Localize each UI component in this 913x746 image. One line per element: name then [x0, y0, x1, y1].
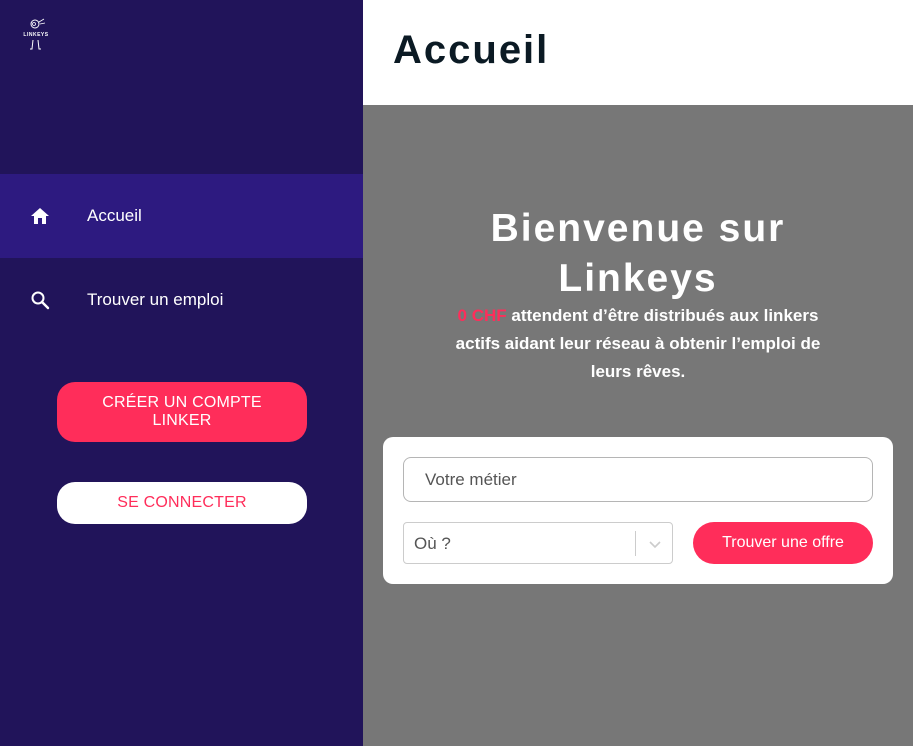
create-account-button[interactable]: CRÉER UN COMPTE LINKER: [57, 382, 307, 442]
sidebar-item-trouver-emploi[interactable]: Trouver un emploi: [0, 258, 363, 342]
hero-title: Bienvenue sur Linkeys: [490, 207, 786, 300]
sidebar: LINKEYS Accueil Trouver un emploi CRÉER …: [0, 0, 363, 746]
home-icon: [30, 206, 50, 226]
sidebar-item-label: Accueil: [87, 206, 142, 225]
location-placeholder: Où ?: [414, 534, 451, 553]
logo-text: LINKEYS: [23, 32, 49, 38]
select-separator: [635, 531, 636, 556]
reward-amount: 0 CHF: [457, 306, 507, 325]
search-icon: [30, 290, 50, 310]
sidebar-item-accueil[interactable]: Accueil: [0, 174, 363, 258]
header: Accueil: [363, 0, 913, 105]
linkeys-logo[interactable]: LINKEYS: [20, 18, 52, 54]
login-button[interactable]: SE CONNECTER: [57, 482, 307, 524]
search-card: Où ? Trouver une offre: [383, 437, 893, 584]
chevron-down-icon[interactable]: [646, 535, 664, 553]
hero-description-text: attendent d’être distribués aux linkers …: [455, 306, 821, 381]
job-search-input[interactable]: [403, 457, 873, 502]
page-title: Accueil: [393, 28, 550, 72]
sidebar-item-label: Trouver un emploi: [87, 290, 224, 309]
hero-description: 0 CHF attendent d’être distribués aux li…: [440, 302, 836, 386]
find-offer-button[interactable]: Trouver une offre: [693, 522, 873, 564]
location-select[interactable]: Où ?: [403, 522, 673, 564]
